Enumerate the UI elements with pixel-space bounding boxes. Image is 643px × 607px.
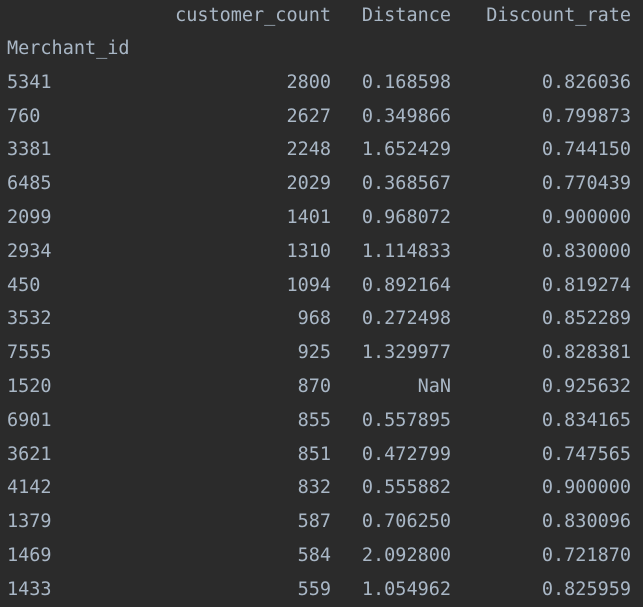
table-row: 7555 925 1.329977 0.828381 xyxy=(0,336,643,370)
row-index-cell: 760 xyxy=(7,105,41,127)
customer-count-cell: 2248 xyxy=(286,139,331,161)
distance-cell: 0.968072 xyxy=(361,206,451,228)
discount-rate-cell: 0.747565 xyxy=(541,443,631,465)
table-row: 5341 2800 0.168598 0.826036 xyxy=(0,66,643,100)
index-name-row: Merchant_id xyxy=(0,32,643,66)
column-header-row: customer_count Distance Discount_rate xyxy=(0,0,643,32)
distance-cell: NaN xyxy=(417,375,451,397)
table-row: 4142 832 0.555882 0.900000 xyxy=(0,471,643,505)
dataframe-output: customer_count Distance Discount_rate Me… xyxy=(0,0,643,607)
row-index-cell: 2099 xyxy=(7,206,52,228)
table-row: 1433 559 1.054962 0.825959 xyxy=(0,573,643,607)
table-row: 760 2627 0.349866 0.799873 xyxy=(0,100,643,134)
column-header-customer-count: customer_count xyxy=(175,5,331,26)
distance-cell: 0.349866 xyxy=(361,105,451,127)
customer-count-cell: 968 xyxy=(297,308,331,330)
column-header-discount-rate: Discount_rate xyxy=(486,5,631,26)
customer-count-cell: 2627 xyxy=(286,105,331,127)
row-index-cell: 1433 xyxy=(7,578,52,600)
customer-count-cell: 925 xyxy=(297,342,331,364)
table-body: 5341 2800 0.168598 0.826036 760 2627 0.349866 0… xyxy=(0,66,643,607)
distance-cell: 0.168598 xyxy=(361,71,451,93)
row-index-cell: 1469 xyxy=(7,544,52,566)
discount-rate-cell: 0.830096 xyxy=(541,511,631,533)
distance-cell: 0.472799 xyxy=(361,443,451,465)
table-row: 1520 870 NaN 0.925632 xyxy=(0,370,643,404)
customer-count-cell: 587 xyxy=(297,511,331,533)
customer-count-cell: 2029 xyxy=(286,173,331,195)
table-row: 3381 2248 1.652429 0.744150 xyxy=(0,133,643,167)
distance-cell: 0.706250 xyxy=(361,511,451,533)
customer-count-cell: 1094 xyxy=(286,274,331,296)
table-row: 450 1094 0.892164 0.819274 xyxy=(0,269,643,303)
discount-rate-cell: 0.825959 xyxy=(541,578,631,600)
discount-rate-cell: 0.770439 xyxy=(541,173,631,195)
row-index-cell: 5341 xyxy=(7,71,52,93)
column-header-distance: Distance xyxy=(361,5,451,26)
discount-rate-cell: 0.826036 xyxy=(541,71,631,93)
discount-rate-cell: 0.799873 xyxy=(541,105,631,127)
customer-count-cell: 559 xyxy=(297,578,331,600)
row-index-cell: 1520 xyxy=(7,375,52,397)
distance-cell: 1.329977 xyxy=(361,342,451,364)
distance-cell: 1.114833 xyxy=(361,240,451,262)
row-index-cell: 450 xyxy=(7,274,41,296)
discount-rate-cell: 0.721870 xyxy=(541,544,631,566)
index-name-label: Merchant_id xyxy=(7,38,130,59)
table-row: 6901 855 0.557895 0.834165 xyxy=(0,404,643,438)
discount-rate-cell: 0.925632 xyxy=(541,375,631,397)
customer-count-cell: 2800 xyxy=(286,71,331,93)
discount-rate-cell: 0.900000 xyxy=(541,206,631,228)
discount-rate-cell: 0.852289 xyxy=(541,308,631,330)
row-index-cell: 7555 xyxy=(7,342,52,364)
customer-count-cell: 870 xyxy=(297,375,331,397)
table-row: 3621 851 0.472799 0.747565 xyxy=(0,438,643,472)
discount-rate-cell: 0.830000 xyxy=(541,240,631,262)
distance-cell: 0.557895 xyxy=(361,409,451,431)
row-index-cell: 3532 xyxy=(7,308,52,330)
row-index-cell: 2934 xyxy=(7,240,52,262)
distance-cell: 2.092800 xyxy=(361,544,451,566)
row-index-cell: 3381 xyxy=(7,139,52,161)
row-index-cell: 6485 xyxy=(7,173,52,195)
table-row: 6485 2029 0.368567 0.770439 xyxy=(0,167,643,201)
customer-count-cell: 832 xyxy=(297,477,331,499)
customer-count-cell: 1310 xyxy=(286,240,331,262)
customer-count-cell: 1401 xyxy=(286,206,331,228)
distance-cell: 0.272498 xyxy=(361,308,451,330)
distance-cell: 0.555882 xyxy=(361,477,451,499)
customer-count-cell: 851 xyxy=(297,443,331,465)
customer-count-cell: 584 xyxy=(297,544,331,566)
distance-cell: 1.054962 xyxy=(361,578,451,600)
table-row: 1469 584 2.092800 0.721870 xyxy=(0,539,643,573)
customer-count-cell: 855 xyxy=(297,409,331,431)
table-row: 2934 1310 1.114833 0.830000 xyxy=(0,235,643,269)
discount-rate-cell: 0.828381 xyxy=(541,342,631,364)
distance-cell: 1.652429 xyxy=(361,139,451,161)
row-index-cell: 4142 xyxy=(7,477,52,499)
table-row: 2099 1401 0.968072 0.900000 xyxy=(0,201,643,235)
row-index-cell: 3621 xyxy=(7,443,52,465)
table-row: 1379 587 0.706250 0.830096 xyxy=(0,505,643,539)
discount-rate-cell: 0.819274 xyxy=(541,274,631,296)
discount-rate-cell: 0.744150 xyxy=(541,139,631,161)
distance-cell: 0.368567 xyxy=(361,173,451,195)
discount-rate-cell: 0.900000 xyxy=(541,477,631,499)
discount-rate-cell: 0.834165 xyxy=(541,409,631,431)
distance-cell: 0.892164 xyxy=(361,274,451,296)
table-row: 3532 968 0.272498 0.852289 xyxy=(0,302,643,336)
row-index-cell: 1379 xyxy=(7,511,52,533)
row-index-cell: 6901 xyxy=(7,409,52,431)
